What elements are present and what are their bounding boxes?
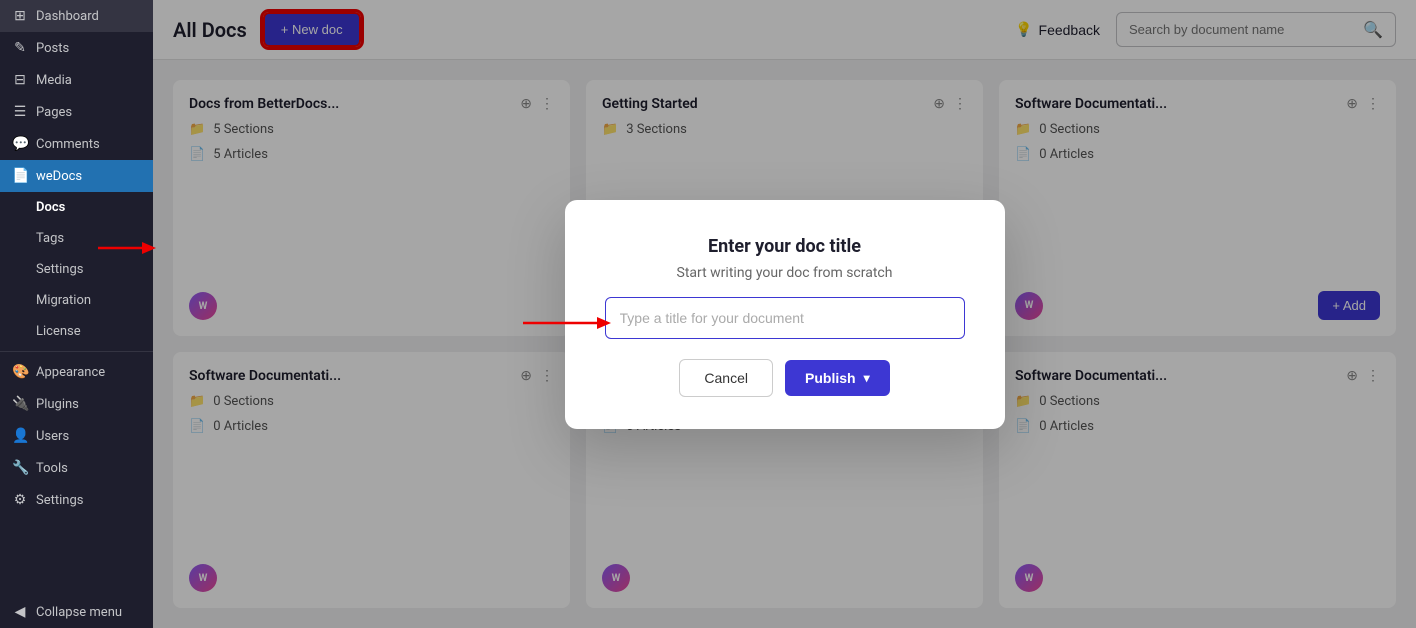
media-icon: ⊟ <box>12 72 28 88</box>
publish-chevron-icon: ▾ <box>864 371 870 385</box>
publish-label: Publish <box>805 370 856 386</box>
comments-icon: 💬 <box>12 136 28 152</box>
modal-dialog: Enter your doc title Start writing your … <box>565 200 1005 429</box>
sidebar-item-label: Tags <box>36 231 64 246</box>
doc-title-input[interactable] <box>605 297 965 339</box>
sidebar-item-label: Media <box>36 73 72 88</box>
sidebar-item-label: Migration <box>36 293 91 308</box>
dashboard-icon: ⊞ <box>12 8 28 24</box>
sidebar-item-label: Tools <box>36 461 68 476</box>
sidebar-item-label: Posts <box>36 41 69 56</box>
sidebar-item-label: Plugins <box>36 397 79 412</box>
sidebar-item-settings-docs[interactable]: Settings <box>28 254 153 285</box>
sidebar-item-wedocs[interactable]: 📄 weDocs <box>0 160 153 192</box>
sidebar-item-label: Settings <box>36 493 83 508</box>
sidebar: ⊞ Dashboard ✎ Posts ⊟ Media ☰ Pages 💬 Co… <box>0 0 153 628</box>
sidebar-item-label: Settings <box>36 262 83 277</box>
sidebar-item-appearance[interactable]: 🎨 Appearance <box>0 356 153 388</box>
sidebar-item-media[interactable]: ⊟ Media <box>0 64 153 96</box>
cancel-button[interactable]: Cancel <box>679 359 773 397</box>
sidebar-item-posts[interactable]: ✎ Posts <box>0 32 153 64</box>
modal-overlay: Enter your doc title Start writing your … <box>153 0 1416 628</box>
sidebar-item-label: Pages <box>36 105 72 120</box>
sidebar-item-dashboard[interactable]: ⊞ Dashboard <box>0 0 153 32</box>
sidebar-item-pages[interactable]: ☰ Pages <box>0 96 153 128</box>
sidebar-item-label: Users <box>36 429 69 444</box>
sidebar-item-users[interactable]: 👤 Users <box>0 420 153 452</box>
main-content: All Docs + New doc 💡 Feedback 🔍 Docs fro… <box>153 0 1416 628</box>
sidebar-item-label: Appearance <box>36 365 105 380</box>
appearance-icon: 🎨 <box>12 364 28 380</box>
sidebar-item-tools[interactable]: 🔧 Tools <box>0 452 153 484</box>
pages-icon: ☰ <box>12 104 28 120</box>
sidebar-item-license[interactable]: License <box>28 316 153 347</box>
users-icon: 👤 <box>12 428 28 444</box>
sidebar-item-plugins[interactable]: 🔌 Plugins <box>0 388 153 420</box>
sidebar-item-label: License <box>36 324 81 339</box>
modal-title: Enter your doc title <box>708 236 861 257</box>
posts-icon: ✎ <box>12 40 28 56</box>
sidebar-item-label: Docs <box>36 200 65 215</box>
wedocs-icon: 📄 <box>12 168 28 184</box>
sidebar-item-comments[interactable]: 💬 Comments <box>0 128 153 160</box>
sidebar-item-settings[interactable]: ⚙ Settings <box>0 484 153 516</box>
settings-icon: ⚙ <box>12 492 28 508</box>
sidebar-item-docs[interactable]: Docs <box>28 192 153 223</box>
sidebar-item-label: Dashboard <box>36 9 99 24</box>
plugins-icon: 🔌 <box>12 396 28 412</box>
sidebar-divider <box>0 351 153 352</box>
collapse-icon: ◀ <box>12 604 28 620</box>
modal-subtitle: Start writing your doc from scratch <box>677 265 893 281</box>
sidebar-item-tags[interactable]: Tags <box>28 223 153 254</box>
sidebar-item-label: weDocs <box>36 169 82 184</box>
tools-icon: 🔧 <box>12 460 28 476</box>
publish-button[interactable]: Publish ▾ <box>785 360 890 396</box>
sidebar-item-collapse[interactable]: ◀ Collapse menu <box>0 596 153 628</box>
sidebar-item-label: Comments <box>36 137 100 152</box>
modal-actions: Cancel Publish ▾ <box>679 359 889 397</box>
sidebar-item-label: Collapse menu <box>36 605 122 620</box>
sidebar-item-migration[interactable]: Migration <box>28 285 153 316</box>
